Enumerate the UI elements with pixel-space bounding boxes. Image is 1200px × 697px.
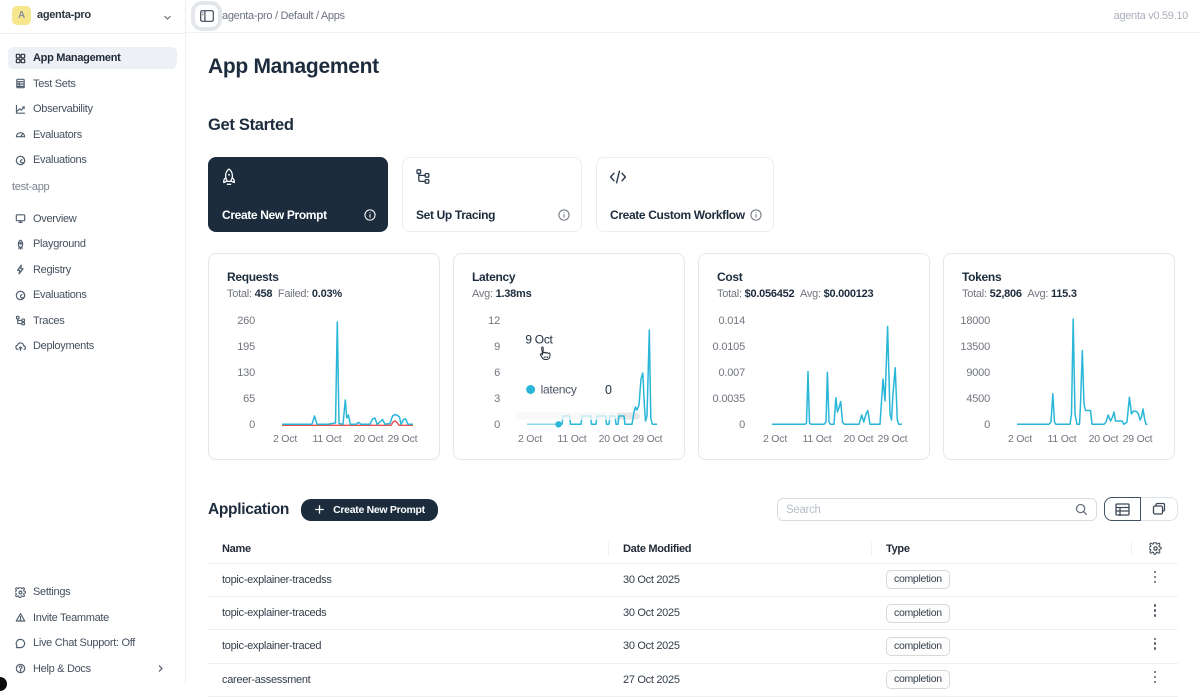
svg-text:0: 0 bbox=[249, 419, 255, 431]
svg-text:9000: 9000 bbox=[966, 367, 990, 379]
svg-text:Avg: 1.38ms: Avg: 1.38ms bbox=[472, 288, 532, 300]
svg-text:11 Oct: 11 Oct bbox=[803, 433, 832, 445]
svg-text:9: 9 bbox=[494, 341, 500, 353]
svg-text:Cost: Cost bbox=[717, 270, 743, 284]
svg-text:9 Oct: 9 Oct bbox=[525, 333, 553, 347]
svg-text:11 Oct: 11 Oct bbox=[313, 433, 342, 445]
svg-text:0.007: 0.007 bbox=[718, 367, 745, 379]
svg-text:0.0035: 0.0035 bbox=[713, 393, 746, 405]
svg-text:2 Oct: 2 Oct bbox=[763, 433, 787, 445]
svg-text:Tokens: Tokens bbox=[962, 270, 1002, 284]
svg-text:0: 0 bbox=[605, 383, 612, 397]
svg-text:20 Oct: 20 Oct bbox=[599, 433, 629, 445]
svg-text:13500: 13500 bbox=[960, 341, 990, 353]
svg-text:20 Oct: 20 Oct bbox=[844, 433, 874, 445]
svg-text:195: 195 bbox=[237, 341, 255, 353]
svg-text:12: 12 bbox=[488, 315, 500, 327]
svg-text:6: 6 bbox=[494, 367, 500, 379]
svg-text:29 Oct: 29 Oct bbox=[388, 433, 418, 445]
svg-text:0: 0 bbox=[984, 419, 990, 431]
svg-text:2 Oct: 2 Oct bbox=[1008, 433, 1032, 445]
svg-text:latency: latency bbox=[541, 383, 577, 397]
svg-text:Requests: Requests bbox=[227, 270, 279, 284]
svg-text:2 Oct: 2 Oct bbox=[273, 433, 297, 445]
svg-text:Total: 458 Failed: 0.03%: Total: 458 Failed: 0.03% bbox=[227, 288, 342, 300]
svg-text:Total: $0.056452 Avg: $0.0001: Total: $0.056452 Avg: $0.000123 bbox=[717, 288, 873, 300]
svg-text:65: 65 bbox=[243, 393, 255, 405]
svg-text:3: 3 bbox=[494, 393, 500, 405]
svg-text:11 Oct: 11 Oct bbox=[558, 433, 587, 445]
svg-text:29 Oct: 29 Oct bbox=[878, 433, 908, 445]
svg-text:0.014: 0.014 bbox=[718, 315, 745, 327]
svg-text:4500: 4500 bbox=[966, 393, 990, 405]
svg-text:0: 0 bbox=[739, 419, 745, 431]
svg-text:29 Oct: 29 Oct bbox=[633, 433, 663, 445]
svg-text:0.0105: 0.0105 bbox=[713, 341, 746, 353]
svg-text:29 Oct: 29 Oct bbox=[1123, 433, 1153, 445]
svg-text:Latency: Latency bbox=[472, 270, 516, 284]
svg-text:2 Oct: 2 Oct bbox=[518, 433, 542, 445]
svg-text:260: 260 bbox=[237, 315, 255, 327]
svg-text:Total: 52,806 Avg: 115.3: Total: 52,806 Avg: 115.3 bbox=[962, 288, 1077, 300]
svg-text:20 Oct: 20 Oct bbox=[354, 433, 384, 445]
svg-text:11 Oct: 11 Oct bbox=[1048, 433, 1077, 445]
svg-text:0: 0 bbox=[494, 419, 500, 431]
svg-text:20 Oct: 20 Oct bbox=[1089, 433, 1119, 445]
svg-text:18000: 18000 bbox=[960, 315, 990, 327]
svg-text:130: 130 bbox=[237, 367, 255, 379]
